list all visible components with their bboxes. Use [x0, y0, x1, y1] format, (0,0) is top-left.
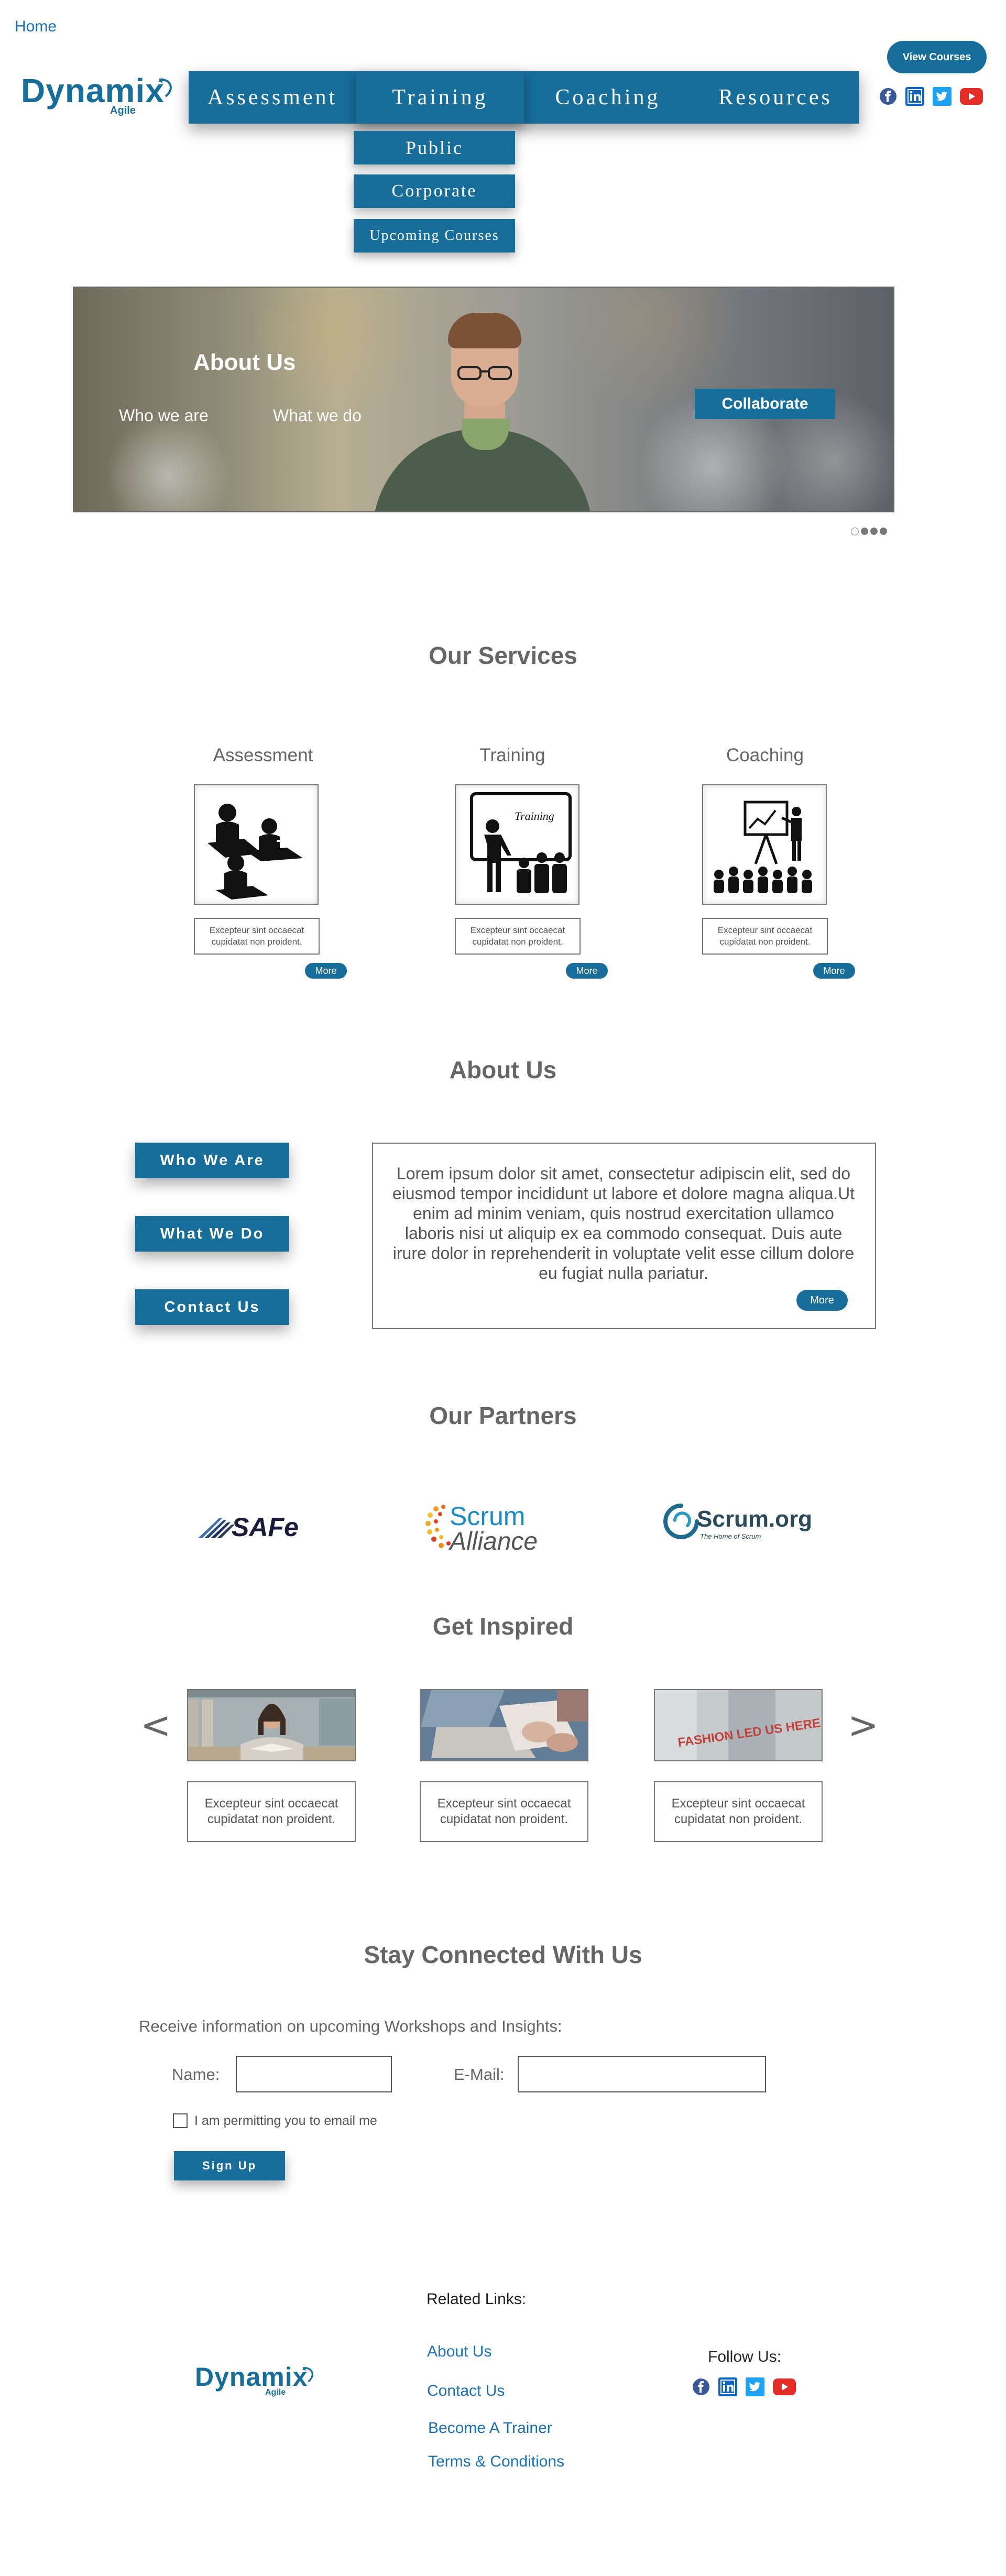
follow-us-label: Follow Us: — [708, 2348, 782, 2365]
inspired-image-fashion[interactable]: FASHION LED US HERE — [654, 1689, 823, 1761]
service-more-button-training[interactable]: More — [566, 963, 608, 979]
scrum-alliance-text-bottom: Alliance — [450, 1528, 538, 1555]
service-text-training: Excepteur sint occaecat cupidatat non pr… — [455, 918, 581, 955]
training-board-icon: Training — [470, 792, 572, 893]
email-field[interactable] — [518, 2056, 766, 2092]
training-image[interactable]: Training — [455, 784, 579, 905]
inspired-text-1: Excepteur sint occaecat cupidatat non pr… — [187, 1781, 356, 1842]
logo[interactable]: Dynamix Agile — [21, 71, 175, 117]
facebook-icon[interactable] — [692, 2378, 710, 2396]
who-we-are-button[interactable]: Who We Are — [135, 1143, 289, 1178]
coaching-image[interactable] — [702, 784, 827, 905]
assessment-people-icon — [207, 804, 303, 900]
footer-link-contact-us[interactable]: Contact Us — [427, 2382, 505, 2400]
carousel-dot[interactable] — [870, 528, 878, 535]
hero-person-glasses — [457, 366, 512, 380]
scrum-org-circle-icon — [663, 1504, 699, 1539]
nav-coaching[interactable]: Coaching — [524, 71, 692, 124]
view-courses-button[interactable]: View Courses — [887, 41, 987, 73]
service-more-button-coaching[interactable]: More — [813, 963, 855, 979]
permission-checkbox[interactable] — [173, 2113, 188, 2128]
scrum-alliance-logo[interactable]: Scrum Alliance — [425, 1501, 538, 1556]
hero-link-what-we-do[interactable]: What we do — [273, 406, 362, 425]
safe-stripes-icon — [198, 1518, 235, 1538]
training-board-caption: Training — [515, 809, 554, 823]
stay-connected-title: Stay Connected With Us — [364, 1941, 642, 1968]
email-label: E-Mail: — [454, 2065, 505, 2084]
dropdown-upcoming-courses[interactable]: Upcoming Courses — [354, 219, 515, 253]
inspired-prev-arrow[interactable]: < — [140, 1704, 171, 1747]
footer-link-terms-conditions[interactable]: Terms & Conditions — [428, 2453, 564, 2471]
stay-connected-intro: Receive information on upcoming Workshop… — [139, 2017, 562, 2035]
sign-up-button[interactable]: Sign Up — [174, 2151, 285, 2180]
hero-link-who-we-are[interactable]: Who we are — [119, 406, 209, 425]
name-field[interactable] — [236, 2056, 392, 2092]
inspired-fashion-scene: FASHION LED US HERE — [655, 1690, 822, 1760]
nav-assessment[interactable]: Assessment — [189, 71, 356, 124]
footer-link-about-us[interactable]: About Us — [427, 2343, 491, 2361]
service-label-training: Training — [479, 745, 545, 765]
twitter-icon[interactable] — [933, 87, 952, 106]
services-title: Our Services — [429, 642, 577, 669]
coaching-easel-icon — [714, 801, 812, 893]
inspired-laptop-scene — [421, 1690, 587, 1760]
carousel-dot[interactable] — [861, 528, 868, 535]
main-nav: Assessment Training Coaching Resources — [189, 71, 859, 124]
nav-training[interactable]: Training — [356, 71, 524, 124]
related-links-title: Related Links: — [427, 2290, 527, 2308]
nav-resources[interactable]: Resources — [692, 71, 859, 124]
youtube-icon[interactable] — [773, 2378, 796, 2395]
header-social — [879, 87, 983, 106]
inspired-text-2: Excepteur sint occaecat cupidatat non pr… — [420, 1781, 588, 1842]
contact-us-button[interactable]: Contact Us — [135, 1289, 289, 1325]
inspired-text-3: Excepteur sint occaecat cupidatat non pr… — [654, 1781, 823, 1842]
scrum-org-text: Scrum.org — [697, 1506, 813, 1532]
about-text: Lorem ipsum dolor sit amet, consectetur … — [392, 1164, 855, 1282]
linkedin-icon[interactable] — [718, 2377, 737, 2396]
facebook-icon[interactable] — [879, 87, 897, 105]
assessment-image[interactable] — [194, 784, 319, 905]
carousel-dot[interactable] — [880, 528, 887, 535]
scrum-org-logo[interactable]: Scrum.org The Home of Scrum — [662, 1503, 812, 1540]
footer-social — [692, 2377, 796, 2396]
inspired-image-reading[interactable] — [187, 1689, 356, 1761]
footer-logo[interactable]: Dynamix Agile — [195, 2362, 316, 2397]
hero-title: About Us — [193, 349, 296, 375]
collaborate-button[interactable]: Collaborate — [695, 389, 835, 419]
carousel-dot[interactable] — [851, 528, 859, 535]
service-label-assessment: Assessment — [213, 745, 313, 765]
youtube-icon[interactable] — [960, 88, 983, 105]
inspired-image-laptop[interactable] — [420, 1689, 588, 1761]
service-label-coaching: Coaching — [726, 745, 804, 765]
service-more-button-assessment[interactable]: More — [305, 963, 347, 979]
service-text-coaching: Excepteur sint occaecat cupidatat non pr… — [702, 918, 828, 955]
about-title: About Us — [449, 1056, 557, 1083]
inspired-next-arrow[interactable]: > — [848, 1704, 879, 1747]
safe-logo[interactable]: SAFe — [198, 1512, 299, 1542]
inspired-reading-scene — [188, 1690, 355, 1760]
inspired-title: Get Inspired — [432, 1613, 574, 1640]
permission-label: I am permitting you to email me — [194, 2113, 377, 2128]
linkedin-icon[interactable] — [905, 87, 924, 106]
about-more-button[interactable]: More — [796, 1290, 848, 1311]
home-link[interactable]: Home — [15, 18, 57, 36]
twitter-icon[interactable] — [746, 2377, 764, 2396]
safe-logo-text: SAFe — [232, 1512, 299, 1542]
service-text-assessment: Excepteur sint occaecat cupidatat non pr… — [194, 918, 320, 955]
footer-link-become-a-trainer[interactable]: Become A Trainer — [428, 2419, 552, 2437]
footer-logo-name: Dynamix — [195, 2362, 308, 2392]
partners-title: Our Partners — [429, 1402, 577, 1429]
carousel-dots — [851, 528, 887, 535]
name-label: Name: — [172, 2065, 220, 2084]
dropdown-corporate[interactable]: Corporate — [354, 174, 515, 208]
dropdown-public[interactable]: Public — [354, 131, 515, 165]
what-we-do-button[interactable]: What We Do — [135, 1216, 289, 1252]
logo-name: Dynamix — [21, 72, 165, 109]
hero-banner: About Us Who we are What we do Collabora… — [73, 287, 894, 512]
hero-person-hair — [448, 313, 521, 348]
scrum-org-tagline: The Home of Scrum — [700, 1532, 761, 1540]
